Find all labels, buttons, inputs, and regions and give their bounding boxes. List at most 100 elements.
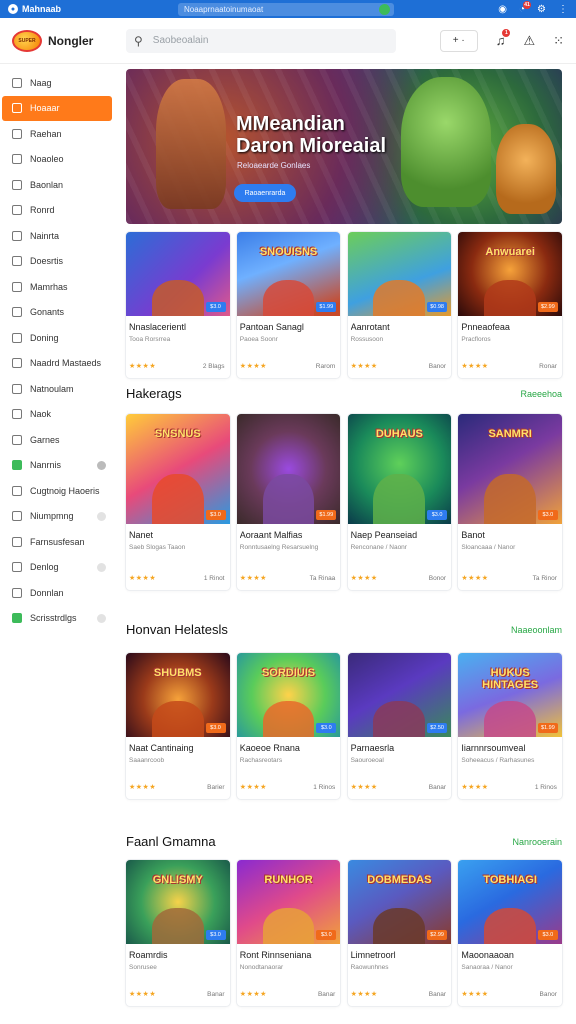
game-thumbnail[interactable]: DUHAUS $3.0: [347, 414, 452, 524]
game-name[interactable]: Limnetroorl: [351, 950, 452, 960]
section-see-all-link[interactable]: Nanrooerain: [512, 837, 562, 847]
sidebar-item[interactable]: Cugtnoig Haoeris: [0, 478, 118, 504]
sidebar-item[interactable]: Hoaaar: [2, 95, 112, 121]
alert-icon[interactable]: ⚠: [523, 33, 535, 49]
game-name[interactable]: Pnneaofeaa: [461, 322, 562, 332]
sidebar-item[interactable]: Naok: [0, 402, 118, 428]
hero-banner[interactable]: MMeandian Daron Mioreaial Reloaearde Gon…: [126, 69, 562, 224]
settings-icon[interactable]: ⚙: [537, 4, 546, 15]
game-name[interactable]: Maoonaaoan: [461, 950, 562, 960]
game-card[interactable]: DUHAUS $3.0 Naep Peanseiad Renconane / Naon…: [347, 414, 452, 590]
section-header: Honvan Helatesls Naaeoonlam: [126, 622, 562, 637]
game-name[interactable]: Nanet: [129, 530, 230, 540]
game-thumbnail[interactable]: SORDIUIS $3.0: [236, 653, 341, 737]
game-thumbnail[interactable]: $3.0: [126, 232, 230, 316]
game-thumbnail[interactable]: SNOUISNS $1.99: [236, 232, 341, 316]
game-name[interactable]: Naat Cantinaing: [129, 743, 230, 753]
app-logo[interactable]: SUPER Nongler: [12, 29, 126, 52]
sidebar-item[interactable]: Naadrd Mastaeds: [0, 351, 118, 377]
hero-button[interactable]: Raoaenrarda: [234, 184, 296, 202]
game-thumbnail[interactable]: GNLISMY $3.0: [126, 860, 230, 944]
section-see-all-link[interactable]: Naaeoonlam: [511, 625, 562, 635]
game-card[interactable]: $0.98 Aanrotant Rossusoon ★★★★ Banor: [347, 232, 452, 378]
sidebar-item[interactable]: Niumpmng: [0, 504, 118, 530]
price-badge: $3.0: [316, 723, 337, 733]
game-thumbnail[interactable]: SHUBMS $3.0: [126, 653, 230, 737]
sidebar-item[interactable]: Denlog: [0, 555, 118, 581]
game-name[interactable]: Aoraant Malfias: [240, 530, 341, 540]
game-card[interactable]: SORDIUIS $3.0 Kaoeoe Rnana Rachasreotars ★★★…: [236, 653, 341, 799]
game-thumbnail[interactable]: $0.98: [347, 232, 452, 316]
game-genre: Tooa Rorsrrea: [129, 336, 171, 343]
game-name[interactable]: Parnaesrla: [351, 743, 452, 753]
game-name[interactable]: Roamrdis: [129, 950, 230, 960]
game-card[interactable]: GNLISMY $3.0 Roamrdis Sonrusee ★★★★ Banar: [126, 860, 230, 1006]
game-count: Banar: [428, 783, 447, 791]
sidebar-item[interactable]: Nanrnis: [0, 453, 118, 479]
sidebar-item[interactable]: Farnsusfesan: [0, 529, 118, 555]
add-button[interactable]: + ·: [439, 29, 478, 52]
game-card[interactable]: SNOUISNS $1.99 Pantoan Sanagl Paoea Soonr ★★…: [236, 232, 341, 378]
game-card[interactable]: Anwuarei $2.99 Pnneaofeaa Pracfloros ★★★★ Ron…: [458, 232, 562, 378]
game-card[interactable]: TOBHIAGI $3.0 Maoonaaoan Sanaoraa / Nanor ★★…: [458, 860, 562, 1006]
sidebar-item[interactable]: Raehan: [0, 121, 118, 147]
sidebar-item[interactable]: Naag: [0, 70, 118, 96]
game-card[interactable]: RUNHOR $3.0 Ront Rinnseniana Nonodtanaorar ★…: [236, 860, 341, 1006]
game-thumbnail[interactable]: RUNHOR $3.0: [236, 860, 341, 944]
bell-icon[interactable]: ♫ 1: [496, 29, 511, 48]
sidebar-item[interactable]: Ronrd: [0, 198, 118, 224]
game-card[interactable]: $1.99 Aoraant Malfias Ronntusaelng Resarsu…: [236, 414, 341, 590]
game-name[interactable]: Banot: [461, 530, 562, 540]
search-input[interactable]: ⚲ Saobeoalain: [126, 28, 396, 53]
sidebar-item-label: Hoaaar: [30, 103, 60, 114]
sidebar-item[interactable]: Natnoulam: [0, 376, 118, 402]
game-name[interactable]: Iiarnnrsoumveal: [461, 743, 562, 753]
sidebar-item-label: Niumpmng: [30, 511, 74, 522]
game-card[interactable]: SANMRI $3.0 Banot Sloancaaa / Nanor ★★★★ Ta R…: [458, 414, 562, 590]
game-thumbnail[interactable]: SANMRI $3.0: [458, 414, 562, 524]
sidebar-item-label: Naag: [30, 77, 52, 88]
game-thumbnail-title: DUHAUS: [375, 428, 423, 440]
menu-icon[interactable]: ⋮: [558, 4, 568, 15]
notification-icon[interactable]: ◔ 41: [519, 0, 532, 15]
sidebar-item-label: Denlog: [30, 562, 59, 573]
game-thumbnail[interactable]: $1.99: [236, 414, 341, 524]
section-see-all-link[interactable]: Raeeehoa: [520, 389, 562, 399]
game-name[interactable]: Nnaslacerientl: [129, 322, 230, 332]
game-card[interactable]: $2.50 Parnaesrla Saouroeoal ★★★★ Banar: [347, 653, 452, 799]
sidebar-item[interactable]: Nainrta: [0, 223, 118, 249]
game-thumbnail[interactable]: DOBMEDAS $2.99: [347, 860, 452, 944]
sidebar-item[interactable]: Donnlan: [0, 580, 118, 606]
sidebar-item[interactable]: Noaoleo: [0, 147, 118, 173]
sidebar-item[interactable]: Mamrhas: [0, 274, 118, 300]
sidebar-item[interactable]: Baonlan: [0, 172, 118, 198]
game-thumbnail[interactable]: TOBHIAGI $3.0: [458, 860, 562, 944]
sidebar-item[interactable]: Garnes: [0, 427, 118, 453]
game-name[interactable]: Pantoan Sanagl: [240, 322, 341, 332]
game-thumbnail[interactable]: SNSNUS $3.0: [126, 414, 230, 524]
address-bar[interactable]: Noaaprnaatoinumaoat: [178, 2, 394, 16]
sidebar-item[interactable]: Doning: [0, 325, 118, 351]
sidebar-item[interactable]: Gonants: [0, 300, 118, 326]
profile-icon[interactable]: ◉: [498, 4, 507, 15]
game-thumbnail[interactable]: Anwuarei $2.99: [458, 232, 562, 316]
sidebar-item[interactable]: Doesrtis: [0, 249, 118, 275]
game-card[interactable]: SNSNUS $3.0 Nanet Saeb Slogas Taaon ★★★★ 1 Ri…: [126, 414, 230, 590]
game-name[interactable]: Aanrotant: [351, 322, 452, 332]
game-name[interactable]: Ront Rinnseniana: [240, 950, 341, 960]
apps-grid-icon[interactable]: ⁙: [553, 33, 564, 49]
sidebar-item-icon: [12, 256, 22, 267]
game-thumbnail[interactable]: HUKUS HINTAGES $1.99: [458, 653, 562, 737]
extension-icon[interactable]: [379, 3, 390, 15]
game-name[interactable]: Kaoeoe Rnana: [240, 743, 341, 753]
game-card[interactable]: DOBMEDAS $2.99 Limnetroorl Raowunhnes ★★★★ Ba…: [347, 860, 452, 1006]
game-name[interactable]: Naep Peanseiad: [351, 530, 452, 540]
game-thumbnail[interactable]: $2.50: [347, 653, 452, 737]
game-character-art: [484, 700, 537, 737]
game-card[interactable]: HUKUS HINTAGES $1.99 Iiarnnrsoumveal Soheea…: [458, 653, 562, 799]
section-header: Faanl Gmamna Nanrooerain: [126, 834, 562, 849]
sidebar-item[interactable]: Scrisstrdlgs: [0, 606, 118, 632]
game-card[interactable]: SHUBMS $3.0 Naat Cantinaing Saaanrcoob ★★★★ B…: [126, 653, 230, 799]
game-count: 1 Rinos: [534, 783, 557, 791]
game-card[interactable]: $3.0 Nnaslacerientl Tooa Rorsrrea ★★★★ 2 Bla…: [126, 232, 230, 378]
